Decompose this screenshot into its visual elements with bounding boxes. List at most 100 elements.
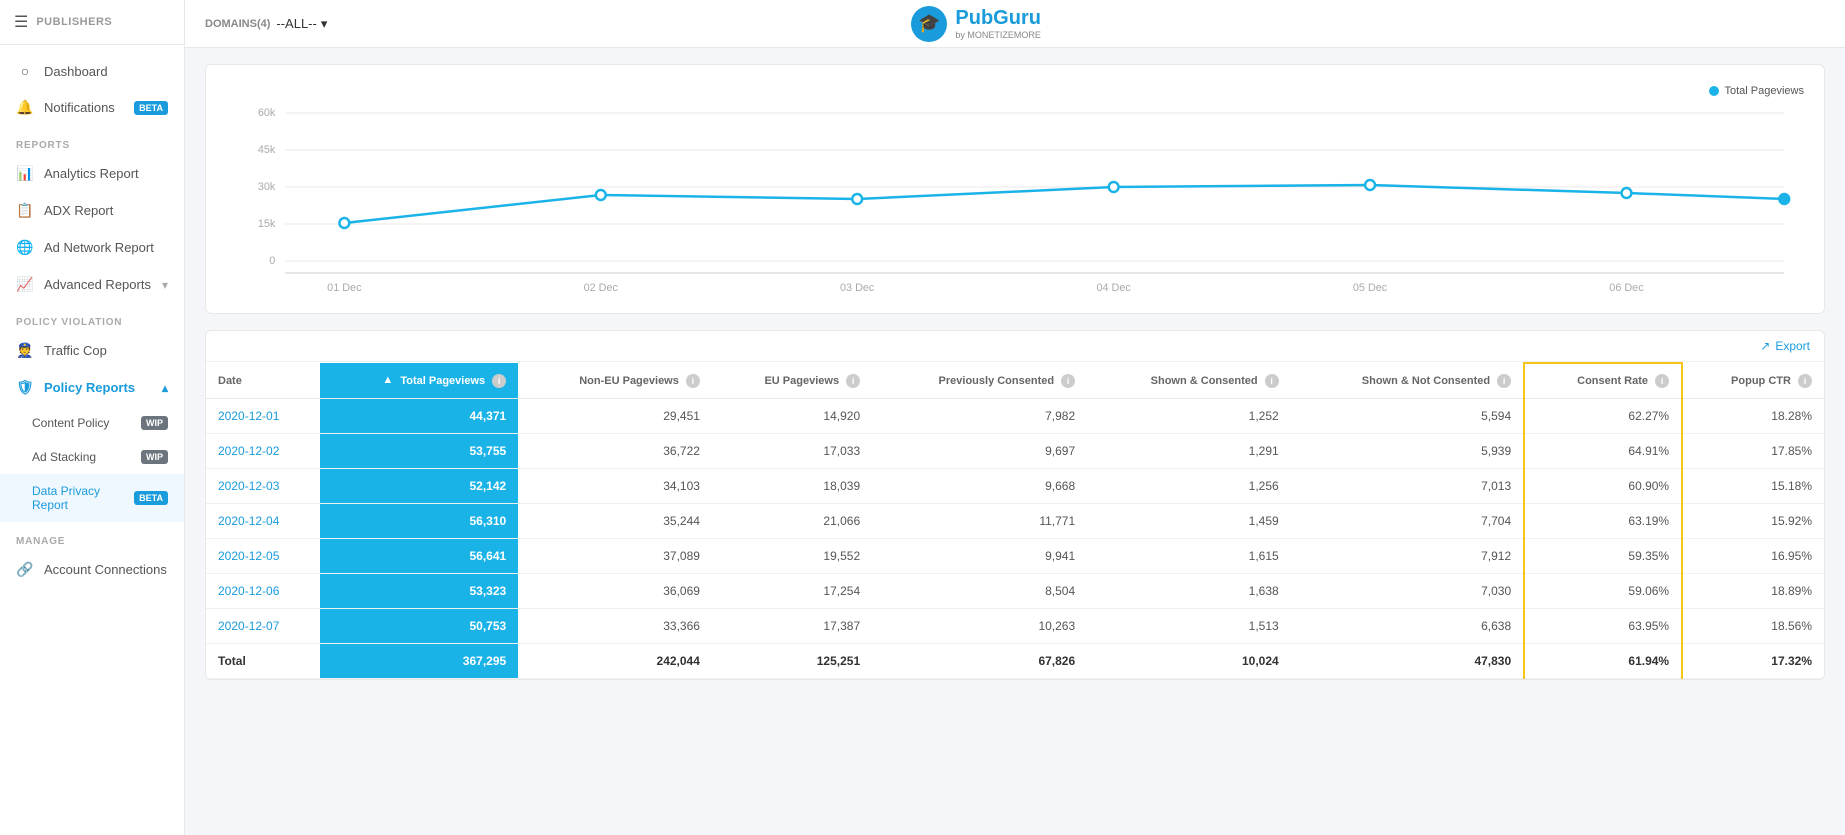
cell-consent-rate: 60.90% <box>1524 469 1682 504</box>
col-header-total-pv[interactable]: ▲ Total Pageviews i <box>320 363 518 399</box>
table-header-row: Date ▲ Total Pageviews i Non-EU Pageview… <box>206 363 1824 399</box>
cell-total-consent-rate: 61.94% <box>1524 644 1682 679</box>
table-row: 2020-12-02 53,755 36,722 17,033 9,697 1,… <box>206 434 1824 469</box>
domains-dropdown[interactable]: --ALL-- ▾ <box>276 16 327 32</box>
logo-text-area: PubGuru by MONETIZEMORE <box>955 7 1041 40</box>
cell-prev-consented: 11,771 <box>872 504 1087 539</box>
sidebar-item-dashboard[interactable]: ○ Dashboard <box>0 53 184 89</box>
info-icon[interactable]: i <box>1265 374 1279 388</box>
cell-date: 2020-12-04 <box>206 504 320 539</box>
cell-shown-consented: 1,513 <box>1087 609 1291 644</box>
beta-badge: BETA <box>134 101 168 115</box>
cell-consent-rate: 59.06% <box>1524 574 1682 609</box>
cell-shown-consented: 1,459 <box>1087 504 1291 539</box>
sidebar-item-adx[interactable]: 📋 ADX Report <box>0 192 184 229</box>
svg-text:05 Dec: 05 Dec <box>1353 282 1388 294</box>
sidebar-item-policy-reports[interactable]: 🛡 Policy Reports ▴ <box>0 369 184 406</box>
cell-shown-not-consented: 5,939 <box>1291 434 1524 469</box>
sidebar-item-data-privacy[interactable]: Data Privacy Report BETA <box>0 474 184 522</box>
topbar: DOMAINS(4) --ALL-- ▾ 🎓 PubGuru by MONETI… <box>185 0 1845 48</box>
sidebar: ☰ PUBLISHERS ○ Dashboard 🔔 Notifications… <box>0 0 185 835</box>
info-icon[interactable]: i <box>1655 374 1669 388</box>
sidebar-item-content-policy[interactable]: Content Policy WIP <box>0 406 184 440</box>
sidebar-item-trafficcop[interactable]: 👮 Traffic Cop <box>0 332 184 369</box>
sidebar-item-label: Account Connections <box>44 562 167 577</box>
cell-popup-ctr: 16.95% <box>1682 539 1824 574</box>
info-icon[interactable]: i <box>1061 374 1075 388</box>
chevron-up-icon: ▴ <box>162 381 168 395</box>
cell-shown-not-consented: 7,704 <box>1291 504 1524 539</box>
sidebar-header: ☰ PUBLISHERS <box>0 0 184 45</box>
cell-total-shown-not-consented: 47,830 <box>1291 644 1524 679</box>
sidebar-item-label: Dashboard <box>44 64 108 79</box>
cell-total-pv: 56,310 <box>320 504 518 539</box>
col-header-consent-rate: Consent Rate i <box>1524 363 1682 399</box>
manage-section-label: MANAGE <box>0 522 184 551</box>
col-header-shown-consented: Shown & Consented i <box>1087 363 1291 399</box>
hamburger-icon[interactable]: ☰ <box>14 12 28 32</box>
adnetwork-icon: 🌐 <box>16 239 34 256</box>
chart-legend: Total Pageviews <box>226 85 1804 97</box>
cell-total-pv: 53,323 <box>320 574 518 609</box>
cell-non-eu: 29,451 <box>518 399 712 434</box>
sidebar-item-ad-stacking[interactable]: Ad Stacking WIP <box>0 440 184 474</box>
sidebar-item-analytics[interactable]: 📊 Analytics Report <box>0 155 184 192</box>
svg-text:60k: 60k <box>258 107 276 119</box>
analytics-icon: 📊 <box>16 165 34 182</box>
info-icon[interactable]: i <box>846 374 860 388</box>
sidebar-item-advanced[interactable]: 📈 Advanced Reports ▾ <box>0 266 184 303</box>
bell-icon: 🔔 <box>16 99 34 116</box>
info-icon[interactable]: i <box>1497 374 1511 388</box>
advanced-icon: 📈 <box>16 276 34 293</box>
info-icon[interactable]: i <box>686 374 700 388</box>
svg-text:30k: 30k <box>258 181 276 193</box>
cell-shown-consented: 1,615 <box>1087 539 1291 574</box>
logo-title: PubGuru <box>955 7 1041 30</box>
cell-total-eu: 125,251 <box>712 644 872 679</box>
col-header-shown-not-consented: Shown & Not Consented i <box>1291 363 1524 399</box>
cell-popup-ctr: 18.28% <box>1682 399 1824 434</box>
sidebar-item-label: ADX Report <box>44 203 113 218</box>
cell-total-pv: 44,371 <box>320 399 518 434</box>
cell-non-eu: 36,069 <box>518 574 712 609</box>
cell-non-eu: 33,366 <box>518 609 712 644</box>
domains-selector[interactable]: DOMAINS(4) --ALL-- ▾ <box>205 16 327 32</box>
sidebar-item-account[interactable]: 🔗 Account Connections <box>0 551 184 588</box>
legend-label: Total Pageviews <box>1725 85 1805 97</box>
cell-popup-ctr: 15.92% <box>1682 504 1824 539</box>
trafficcop-icon: 👮 <box>16 342 34 359</box>
svg-text:03 Dec: 03 Dec <box>840 282 875 294</box>
cell-total-pv: 50,753 <box>320 609 518 644</box>
cell-eu: 17,387 <box>712 609 872 644</box>
cell-shown-not-consented: 7,912 <box>1291 539 1524 574</box>
adx-icon: 📋 <box>16 202 34 219</box>
domains-label: DOMAINS(4) <box>205 18 270 30</box>
info-icon[interactable]: i <box>492 374 506 388</box>
cell-shown-consented: 1,256 <box>1087 469 1291 504</box>
export-icon: ↗ <box>1760 339 1770 353</box>
info-icon[interactable]: i <box>1798 374 1812 388</box>
data-table-section: ↗ Export Date ▲ Total Pageviews i Non-EU <box>205 330 1825 680</box>
cell-date: 2020-12-06 <box>206 574 320 609</box>
cell-popup-ctr: 17.85% <box>1682 434 1824 469</box>
content-area: Total Pageviews 60k 45k 30k 15k 0 <box>185 48 1845 835</box>
cell-shown-consented: 1,291 <box>1087 434 1291 469</box>
logo-area: 🎓 PubGuru by MONETIZEMORE <box>911 6 1041 42</box>
cell-eu: 21,066 <box>712 504 872 539</box>
cell-prev-consented: 8,504 <box>872 574 1087 609</box>
wip-badge: WIP <box>141 416 168 430</box>
sidebar-item-label: Data Privacy Report <box>32 484 124 512</box>
sidebar-item-notifications[interactable]: 🔔 Notifications BETA <box>0 89 184 126</box>
sidebar-item-adnetwork[interactable]: 🌐 Ad Network Report <box>0 229 184 266</box>
export-button[interactable]: ↗ Export <box>1760 339 1810 353</box>
table-row: 2020-12-06 53,323 36,069 17,254 8,504 1,… <box>206 574 1824 609</box>
cell-total-popup-ctr: 17.32% <box>1682 644 1824 679</box>
policy-reports-icon: 🛡 <box>16 379 34 396</box>
cell-shown-consented: 1,638 <box>1087 574 1291 609</box>
svg-text:04 Dec: 04 Dec <box>1096 282 1131 294</box>
cell-eu: 14,920 <box>712 399 872 434</box>
col-header-non-eu: Non-EU Pageviews i <box>518 363 712 399</box>
cell-total-label: Total <box>206 644 320 679</box>
cell-shown-not-consented: 7,013 <box>1291 469 1524 504</box>
cell-shown-consented: 1,252 <box>1087 399 1291 434</box>
